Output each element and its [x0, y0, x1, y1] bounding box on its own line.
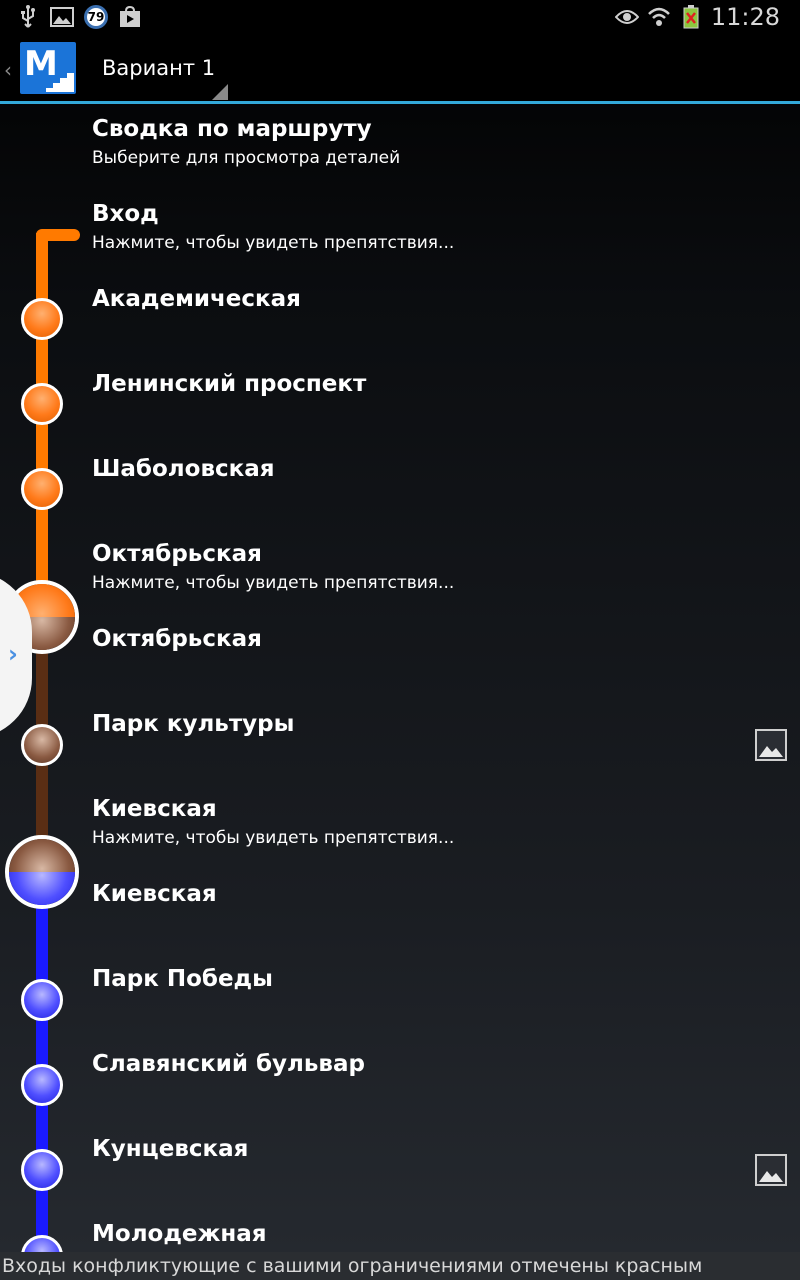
list-item[interactable]: Киевская	[92, 879, 772, 909]
image-icon[interactable]	[755, 1154, 787, 1186]
image-icon	[50, 5, 74, 29]
station-dot	[21, 1064, 63, 1106]
station-dot	[21, 724, 63, 766]
route-summary-title: Сводка по маршруту	[92, 116, 372, 142]
station-title: Кунцевская	[92, 1136, 249, 1162]
station-title: Ленинский проспект	[92, 371, 367, 397]
station-dot	[21, 1149, 63, 1191]
station-title: Славянский бульвар	[92, 1051, 365, 1077]
station-title: Молодежная	[92, 1221, 267, 1247]
eye-icon	[614, 5, 639, 29]
station-title: Киевская	[92, 881, 217, 907]
action-bar: ‹ M Вариант 1	[0, 34, 800, 104]
up-caret-icon[interactable]: ‹	[4, 58, 12, 82]
station-dot	[21, 979, 63, 1021]
station-dot	[21, 468, 63, 510]
station-dot	[21, 298, 63, 340]
station-title: Октябрьская	[92, 541, 262, 567]
station-title: Парк культуры	[92, 711, 295, 737]
list-item[interactable]: Киевская Нажмите, чтобы увидеть препятст…	[92, 794, 772, 850]
clock: 11:28	[710, 3, 780, 31]
route-summary-item[interactable]: Сводка по маршруту Выберите для просмотр…	[92, 114, 772, 170]
obstacles-hint: Нажмите, чтобы увидеть препятствия...	[92, 828, 455, 848]
list-item[interactable]: Шаболовская	[92, 454, 772, 484]
orange-line	[36, 233, 48, 623]
station-title: Октябрьская	[92, 626, 262, 652]
store-icon	[118, 5, 142, 29]
station-title: Вход	[92, 201, 159, 227]
list-item[interactable]: Октябрьская Нажмите, чтобы увидеть препя…	[92, 539, 772, 595]
route-list: Сводка по маршруту Выберите для просмотр…	[0, 107, 800, 1277]
station-title: Академическая	[92, 286, 301, 312]
list-item[interactable]: Парк культуры	[92, 709, 772, 739]
chevron-right-icon[interactable]: ›	[8, 640, 18, 668]
list-item[interactable]: Славянский бульвар	[92, 1049, 772, 1079]
spinner-triangle-icon[interactable]	[212, 84, 228, 100]
footer-hint: Входы конфликтующие с вашими ограничения…	[0, 1252, 800, 1280]
battery-icon	[679, 5, 703, 29]
station-title: Киевская	[92, 796, 217, 822]
wifi-icon	[647, 5, 671, 29]
app-logo[interactable]: M	[20, 42, 76, 94]
station-title: Шаболовская	[92, 456, 275, 482]
list-item[interactable]: Молодежная	[92, 1219, 772, 1249]
route-summary-subtitle: Выберите для просмотра деталей	[92, 148, 401, 168]
variant-spinner-label[interactable]: Вариант 1	[102, 56, 215, 80]
stairs-icon	[46, 73, 74, 92]
battery-badge-icon: 79	[84, 5, 108, 29]
list-item[interactable]: Ленинский проспект	[92, 369, 772, 399]
list-item[interactable]: Академическая	[92, 284, 772, 314]
list-item[interactable]: Кунцевская	[92, 1134, 772, 1164]
list-item[interactable]: Вход Нажмите, чтобы увидеть препятствия.…	[92, 199, 772, 255]
list-item[interactable]: Парк Победы	[92, 964, 772, 994]
obstacles-hint: Нажмите, чтобы увидеть препятствия...	[92, 573, 455, 593]
list-item[interactable]: Октябрьская	[92, 624, 772, 654]
obstacles-hint: Нажмите, чтобы увидеть препятствия...	[92, 233, 455, 253]
transfer-dot	[5, 835, 79, 909]
image-icon[interactable]	[755, 729, 787, 761]
station-dot	[21, 383, 63, 425]
status-bar: 79 11:28	[0, 0, 800, 34]
station-title: Парк Победы	[92, 966, 273, 992]
usb-icon	[16, 5, 40, 29]
